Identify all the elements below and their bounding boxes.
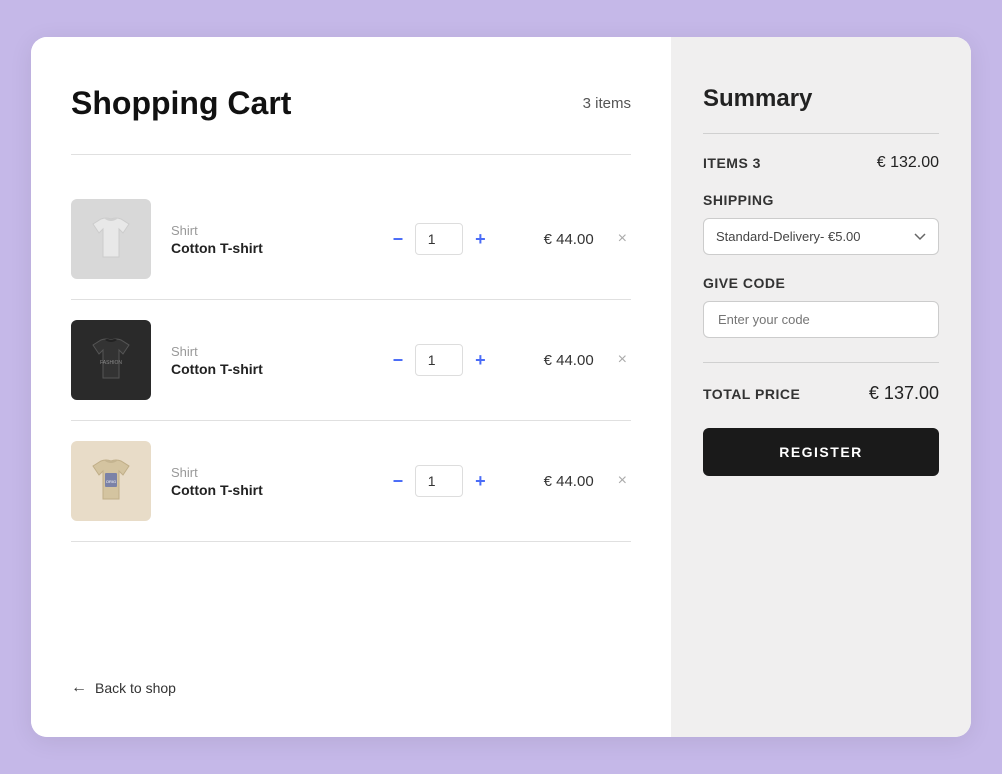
qty-decrease-2[interactable]: − xyxy=(385,349,412,371)
qty-increase-2[interactable]: + xyxy=(467,349,494,371)
header-divider xyxy=(71,154,631,155)
item-image-3: ORIG xyxy=(71,441,151,521)
item-name-2: Cotton T-shirt xyxy=(171,361,365,377)
total-price-value: € 137.00 xyxy=(869,383,939,404)
qty-control-3: − + xyxy=(385,465,494,497)
remove-item-3[interactable]: × xyxy=(614,469,631,493)
qty-control-1: − + xyxy=(385,223,494,255)
remove-item-2[interactable]: × xyxy=(614,348,631,372)
tshirt-icon-3: ORIG xyxy=(81,451,141,511)
qty-decrease-3[interactable]: − xyxy=(385,470,412,492)
back-to-shop-link[interactable]: ← Back to shop xyxy=(71,679,631,697)
give-code-section: GIVE CODE xyxy=(703,275,939,338)
code-input[interactable] xyxy=(703,301,939,338)
item-category-3: Shirt xyxy=(171,465,365,480)
shopping-cart-card: Shopping Cart 3 items Shirt Cotton T-shi… xyxy=(31,37,971,737)
qty-control-2: − + xyxy=(385,344,494,376)
item-name-3: Cotton T-shirt xyxy=(171,482,365,498)
qty-increase-3[interactable]: + xyxy=(467,470,494,492)
give-code-label: GIVE CODE xyxy=(703,275,939,291)
item-category-2: Shirt xyxy=(171,344,365,359)
item-price-2: € 44.00 xyxy=(514,352,594,369)
shipping-section: SHIPPING Standard-Delivery- €5.00 Expres… xyxy=(703,192,939,255)
register-button[interactable]: REGISTER xyxy=(703,428,939,476)
cart-item-3: ORIG Shirt Cotton T-shirt − + € 44.00 × xyxy=(71,421,631,542)
cart-item-2: FASHION Shirt Cotton T-shirt − + € 44.00… xyxy=(71,300,631,421)
item-details-3: Shirt Cotton T-shirt xyxy=(171,465,365,498)
summary-top-divider xyxy=(703,133,939,134)
qty-input-2[interactable] xyxy=(415,344,463,376)
item-details-2: Shirt Cotton T-shirt xyxy=(171,344,365,377)
summary-panel: Summary ITEMS 3 € 132.00 SHIPPING Standa… xyxy=(671,37,971,737)
summary-title: Summary xyxy=(703,85,939,113)
qty-input-1[interactable] xyxy=(415,223,463,255)
remove-item-1[interactable]: × xyxy=(614,227,631,251)
cart-panel: Shopping Cart 3 items Shirt Cotton T-shi… xyxy=(31,37,671,737)
item-price-3: € 44.00 xyxy=(514,473,594,490)
items-summary-row: ITEMS 3 € 132.00 xyxy=(703,154,939,172)
item-image-2: FASHION xyxy=(71,320,151,400)
tshirt-icon-1 xyxy=(81,209,141,269)
total-price-label: TOTAL PRICE xyxy=(703,386,800,402)
qty-decrease-1[interactable]: − xyxy=(385,228,412,250)
cart-header: Shopping Cart 3 items xyxy=(71,85,631,122)
svg-text:FASHION: FASHION xyxy=(100,360,122,366)
items-summary-label: ITEMS 3 xyxy=(703,155,761,171)
cart-item-1: Shirt Cotton T-shirt − + € 44.00 × xyxy=(71,179,631,300)
qty-increase-1[interactable]: + xyxy=(467,228,494,250)
total-divider xyxy=(703,362,939,363)
cart-item-count: 3 items xyxy=(583,95,631,112)
shipping-select[interactable]: Standard-Delivery- €5.00 Express-Deliver… xyxy=(703,218,939,255)
item-category-1: Shirt xyxy=(171,223,365,238)
item-image-1 xyxy=(71,199,151,279)
total-price-row: TOTAL PRICE € 137.00 xyxy=(703,383,939,404)
cart-title: Shopping Cart xyxy=(71,85,291,122)
item-details-1: Shirt Cotton T-shirt xyxy=(171,223,365,256)
tshirt-icon-2: FASHION xyxy=(81,330,141,390)
back-link-label: Back to shop xyxy=(95,680,176,696)
svg-text:ORIG: ORIG xyxy=(106,479,116,484)
items-summary-value: € 132.00 xyxy=(877,154,939,172)
shipping-label: SHIPPING xyxy=(703,192,939,208)
back-arrow-icon: ← xyxy=(71,679,87,697)
item-price-1: € 44.00 xyxy=(514,231,594,248)
item-name-1: Cotton T-shirt xyxy=(171,240,365,256)
qty-input-3[interactable] xyxy=(415,465,463,497)
